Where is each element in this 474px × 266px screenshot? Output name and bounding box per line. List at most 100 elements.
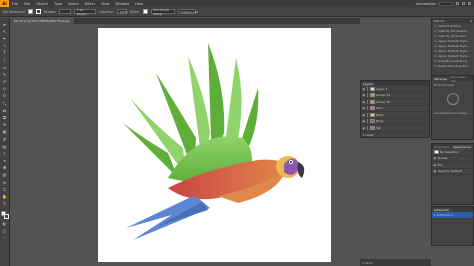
action-item[interactable]: ☑ Reset Bounding Box: [432, 63, 474, 68]
edit-toolbar-icon[interactable]: ⋯: [2, 235, 8, 240]
pen-tool-icon[interactable]: ✒: [2, 36, 8, 41]
checkbox-icon[interactable]: ☑: [434, 54, 437, 58]
appearance-title: No Selection: [440, 149, 459, 154]
app-logo[interactable]: Ai: [0, 0, 9, 7]
line-tool-icon[interactable]: /: [2, 58, 8, 63]
stroke-weight-field[interactable]: [59, 9, 72, 14]
wing[interactable]: [123, 43, 259, 183]
tab-layers[interactable]: Layers: [361, 81, 375, 86]
libraries-dropzone[interactable]: Drop art here Use Libraries to share...: [432, 81, 473, 117]
document-tab[interactable]: Parrot.ai @ 50% (CMYK/GPU Preview): [10, 18, 74, 24]
checkbox-icon[interactable]: ☑: [434, 64, 437, 68]
stroke-swatch[interactable]: [36, 9, 42, 14]
rotate-tool-icon[interactable]: ↻: [2, 94, 8, 99]
tab-libraries[interactable]: Libraries: [432, 76, 449, 81]
mesh-tool-icon[interactable]: #: [2, 137, 8, 142]
graphic-style-swatch[interactable]: [142, 9, 148, 14]
slice-tool-icon[interactable]: ⌗: [2, 187, 8, 192]
menu-view[interactable]: View: [98, 2, 112, 6]
parrot-artwork[interactable]: [98, 28, 331, 262]
shaper-tool-icon[interactable]: ✐: [2, 80, 8, 85]
checkbox-icon[interactable]: ☑: [434, 24, 437, 28]
action-item[interactable]: ☑ Opacity 40 Screen...: [432, 33, 474, 38]
action-item[interactable]: ☑ Apply Default Style...: [432, 43, 474, 48]
direct-selection-tool-icon[interactable]: ↖: [2, 29, 8, 34]
screen-mode-icon[interactable]: ▢: [2, 228, 8, 233]
menu-file[interactable]: File: [9, 2, 21, 6]
eye-icon[interactable]: ◉: [363, 113, 366, 117]
action-item-label: Reset Bounding Box: [438, 63, 469, 68]
menu-window[interactable]: Window: [112, 2, 132, 6]
artboards-panel: Artboards 1 Artboard 1: [431, 206, 474, 246]
width-tool-icon[interactable]: ⋈: [2, 108, 8, 113]
menu-effect[interactable]: Effect: [82, 2, 98, 6]
type-tool-icon[interactable]: T: [2, 51, 8, 56]
selection-tool-icon[interactable]: ➤: [2, 22, 8, 27]
scale-tool-icon[interactable]: ⤡: [2, 101, 8, 106]
eye-icon[interactable]: ◉: [434, 156, 437, 160]
maximize-icon[interactable]: [462, 2, 465, 5]
menu-edit[interactable]: Edit: [21, 2, 34, 6]
close-icon[interactable]: [468, 2, 471, 5]
fill-stroke-control[interactable]: [0, 210, 9, 219]
search-stock-input[interactable]: [439, 1, 453, 6]
perspective-grid-tool-icon[interactable]: ▦: [2, 130, 8, 135]
artboard-list-item[interactable]: 1 Artboard 1: [432, 212, 473, 219]
checkbox-icon[interactable]: ☑: [434, 34, 437, 38]
preferences-button[interactable]: Preferences: [177, 9, 198, 14]
shape-builder-tool-icon[interactable]: ⊕: [2, 123, 8, 128]
menu-object[interactable]: Object: [34, 2, 51, 6]
eye-icon[interactable]: ◉: [363, 119, 366, 123]
status-bar: 1 Layer: [360, 259, 431, 266]
gradient-tool-icon[interactable]: ▤: [2, 144, 8, 149]
eraser-tool-icon[interactable]: ◇: [2, 87, 8, 92]
eye-icon[interactable]: ◉: [363, 100, 366, 104]
brush-definition-dropdown[interactable]: 5 pt. Round: [74, 8, 97, 16]
action-item[interactable]: ☑ Apply Default Style...: [432, 38, 474, 43]
rectangle-tool-icon[interactable]: ▭: [2, 65, 8, 70]
panel-menu-icon[interactable]: ≡: [470, 19, 473, 23]
eye-icon[interactable]: ◉: [363, 126, 366, 130]
blend-tool-icon[interactable]: ∞: [2, 159, 8, 164]
appearance-opacity-row[interactable]: ◉ Opacity: Default: [432, 169, 473, 175]
checkbox-icon[interactable]: ☑: [434, 29, 437, 33]
eye-icon[interactable]: ◉: [363, 93, 366, 97]
tab-artboards[interactable]: Artboards: [432, 207, 451, 212]
document-setup-button[interactable]: Document Setup: [150, 8, 175, 16]
menu-type[interactable]: Type: [51, 2, 65, 6]
eye-icon[interactable]: ◉: [434, 163, 437, 167]
action-item[interactable]: ☑ Opacity 60 (selecti...: [432, 28, 474, 33]
action-item[interactable]: ☑ Apply Default Style...: [432, 53, 474, 58]
eyedropper-tool-icon[interactable]: ⌇: [2, 151, 8, 156]
curvature-tool-icon[interactable]: ∿: [2, 44, 8, 49]
tab-appearance[interactable]: Appearance: [451, 144, 474, 149]
minimize-icon[interactable]: [456, 2, 459, 5]
tab-document-info[interactable]: Document Info: [449, 75, 473, 83]
fill-swatch[interactable]: [28, 9, 34, 14]
appearance-thumb: [433, 149, 439, 154]
artboard-tool-icon[interactable]: ⊡: [2, 180, 8, 185]
checkbox-icon[interactable]: ☑: [434, 39, 437, 43]
drawing-modes-icon[interactable]: ◐: [2, 221, 8, 226]
eye-icon[interactable]: ◉: [363, 87, 366, 91]
hand-tool-icon[interactable]: ✋: [2, 195, 8, 200]
stroke-color-icon[interactable]: [3, 213, 9, 219]
zoom-tool-icon[interactable]: ⚲: [2, 202, 8, 207]
menu-select[interactable]: Select: [65, 2, 82, 6]
checkbox-icon[interactable]: ☑: [434, 59, 437, 63]
beak[interactable]: [297, 162, 305, 178]
paintbrush-tool-icon[interactable]: ✎: [2, 72, 8, 77]
layer-color-indicator: [366, 86, 369, 91]
tab-properties[interactable]: Properties: [432, 145, 451, 149]
opacity-field[interactable]: 100%: [116, 9, 128, 14]
free-transform-tool-icon[interactable]: ⧉: [2, 115, 8, 120]
eye-icon[interactable]: ◉: [363, 106, 366, 110]
menu-help[interactable]: Help: [132, 2, 146, 6]
checkbox-icon[interactable]: ☑: [434, 44, 437, 48]
symbol-sprayer-tool-icon[interactable]: ✽: [2, 166, 8, 171]
checkbox-icon[interactable]: ☑: [434, 49, 437, 53]
graph-tool-icon[interactable]: ▥: [2, 173, 8, 178]
eye-icon[interactable]: ◉: [434, 169, 437, 173]
action-item[interactable]: ☑ Apply Default Style...: [432, 48, 474, 53]
workspace-switcher[interactable]: Automation: [416, 2, 436, 6]
